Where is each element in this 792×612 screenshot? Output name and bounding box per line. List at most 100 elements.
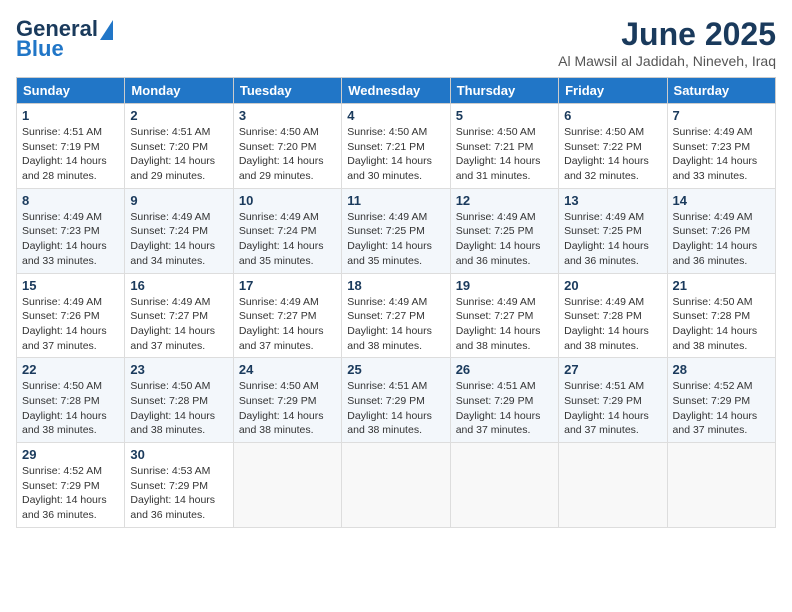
daylight-label: Daylight: 14 hours and 30 minutes. [347, 155, 432, 182]
week-row-2: 8 Sunrise: 4:49 AM Sunset: 7:23 PM Dayli… [17, 188, 776, 273]
sunset-label: Sunset: 7:22 PM [564, 141, 642, 153]
daylight-label: Daylight: 14 hours and 37 minutes. [456, 410, 541, 437]
sunrise-label: Sunrise: 4:50 AM [673, 296, 753, 308]
sunrise-label: Sunrise: 4:49 AM [456, 211, 536, 223]
daylight-label: Daylight: 14 hours and 38 minutes. [564, 325, 649, 352]
sunrise-label: Sunrise: 4:49 AM [347, 296, 427, 308]
sunset-label: Sunset: 7:20 PM [239, 141, 317, 153]
cell-info: Sunrise: 4:50 AM Sunset: 7:21 PM Dayligh… [456, 125, 553, 184]
day-number: 5 [456, 108, 553, 123]
cell-info: Sunrise: 4:50 AM Sunset: 7:28 PM Dayligh… [22, 379, 119, 438]
daylight-label: Daylight: 14 hours and 33 minutes. [673, 155, 758, 182]
cell-info: Sunrise: 4:49 AM Sunset: 7:25 PM Dayligh… [456, 210, 553, 269]
daylight-label: Daylight: 14 hours and 36 minutes. [673, 240, 758, 267]
cell-info: Sunrise: 4:49 AM Sunset: 7:24 PM Dayligh… [239, 210, 336, 269]
daylight-label: Daylight: 14 hours and 36 minutes. [456, 240, 541, 267]
day-number: 30 [130, 447, 227, 462]
daylight-label: Daylight: 14 hours and 33 minutes. [22, 240, 107, 267]
sunrise-label: Sunrise: 4:52 AM [673, 380, 753, 392]
calendar-cell: 1 Sunrise: 4:51 AM Sunset: 7:19 PM Dayli… [17, 104, 125, 189]
col-header-saturday: Saturday [667, 78, 775, 104]
day-number: 21 [673, 278, 770, 293]
daylight-label: Daylight: 14 hours and 35 minutes. [347, 240, 432, 267]
sunset-label: Sunset: 7:23 PM [673, 141, 751, 153]
cell-info: Sunrise: 4:52 AM Sunset: 7:29 PM Dayligh… [673, 379, 770, 438]
day-number: 25 [347, 362, 444, 377]
calendar-cell: 17 Sunrise: 4:49 AM Sunset: 7:27 PM Dayl… [233, 273, 341, 358]
sunrise-label: Sunrise: 4:50 AM [130, 380, 210, 392]
sunset-label: Sunset: 7:25 PM [564, 225, 642, 237]
calendar-cell: 10 Sunrise: 4:49 AM Sunset: 7:24 PM Dayl… [233, 188, 341, 273]
day-number: 6 [564, 108, 661, 123]
day-number: 9 [130, 193, 227, 208]
calendar-cell: 27 Sunrise: 4:51 AM Sunset: 7:29 PM Dayl… [559, 358, 667, 443]
sunrise-label: Sunrise: 4:49 AM [22, 211, 102, 223]
sunset-label: Sunset: 7:23 PM [22, 225, 100, 237]
sunrise-label: Sunrise: 4:50 AM [22, 380, 102, 392]
day-number: 8 [22, 193, 119, 208]
day-number: 10 [239, 193, 336, 208]
calendar-cell: 16 Sunrise: 4:49 AM Sunset: 7:27 PM Dayl… [125, 273, 233, 358]
sunset-label: Sunset: 7:29 PM [22, 480, 100, 492]
cell-info: Sunrise: 4:49 AM Sunset: 7:27 PM Dayligh… [239, 295, 336, 354]
calendar-cell [559, 443, 667, 528]
cell-info: Sunrise: 4:52 AM Sunset: 7:29 PM Dayligh… [22, 464, 119, 523]
col-header-tuesday: Tuesday [233, 78, 341, 104]
sunset-label: Sunset: 7:29 PM [130, 480, 208, 492]
sunrise-label: Sunrise: 4:50 AM [564, 126, 644, 138]
calendar-cell: 18 Sunrise: 4:49 AM Sunset: 7:27 PM Dayl… [342, 273, 450, 358]
col-header-sunday: Sunday [17, 78, 125, 104]
daylight-label: Daylight: 14 hours and 37 minutes. [239, 325, 324, 352]
daylight-label: Daylight: 14 hours and 28 minutes. [22, 155, 107, 182]
daylight-label: Daylight: 14 hours and 34 minutes. [130, 240, 215, 267]
daylight-label: Daylight: 14 hours and 37 minutes. [130, 325, 215, 352]
calendar-cell: 6 Sunrise: 4:50 AM Sunset: 7:22 PM Dayli… [559, 104, 667, 189]
day-number: 16 [130, 278, 227, 293]
cell-info: Sunrise: 4:50 AM Sunset: 7:20 PM Dayligh… [239, 125, 336, 184]
daylight-label: Daylight: 14 hours and 38 minutes. [347, 410, 432, 437]
calendar-cell: 29 Sunrise: 4:52 AM Sunset: 7:29 PM Dayl… [17, 443, 125, 528]
calendar-cell: 7 Sunrise: 4:49 AM Sunset: 7:23 PM Dayli… [667, 104, 775, 189]
sunrise-label: Sunrise: 4:51 AM [564, 380, 644, 392]
page-header: General Blue June 2025 Al Mawsil al Jadi… [16, 16, 776, 69]
cell-info: Sunrise: 4:49 AM Sunset: 7:25 PM Dayligh… [564, 210, 661, 269]
day-number: 12 [456, 193, 553, 208]
day-number: 1 [22, 108, 119, 123]
col-header-friday: Friday [559, 78, 667, 104]
sunrise-label: Sunrise: 4:51 AM [347, 380, 427, 392]
title-block: June 2025 Al Mawsil al Jadidah, Nineveh,… [558, 16, 776, 69]
cell-info: Sunrise: 4:49 AM Sunset: 7:25 PM Dayligh… [347, 210, 444, 269]
day-number: 19 [456, 278, 553, 293]
cell-info: Sunrise: 4:49 AM Sunset: 7:26 PM Dayligh… [673, 210, 770, 269]
daylight-label: Daylight: 14 hours and 36 minutes. [22, 494, 107, 521]
week-row-5: 29 Sunrise: 4:52 AM Sunset: 7:29 PM Dayl… [17, 443, 776, 528]
calendar-cell: 2 Sunrise: 4:51 AM Sunset: 7:20 PM Dayli… [125, 104, 233, 189]
calendar-cell: 11 Sunrise: 4:49 AM Sunset: 7:25 PM Dayl… [342, 188, 450, 273]
sunset-label: Sunset: 7:28 PM [673, 310, 751, 322]
sunset-label: Sunset: 7:26 PM [673, 225, 751, 237]
cell-info: Sunrise: 4:49 AM Sunset: 7:24 PM Dayligh… [130, 210, 227, 269]
daylight-label: Daylight: 14 hours and 32 minutes. [564, 155, 649, 182]
sunrise-label: Sunrise: 4:50 AM [347, 126, 427, 138]
sunset-label: Sunset: 7:29 PM [239, 395, 317, 407]
daylight-label: Daylight: 14 hours and 36 minutes. [130, 494, 215, 521]
day-number: 15 [22, 278, 119, 293]
cell-info: Sunrise: 4:51 AM Sunset: 7:19 PM Dayligh… [22, 125, 119, 184]
sunrise-label: Sunrise: 4:49 AM [239, 296, 319, 308]
cell-info: Sunrise: 4:53 AM Sunset: 7:29 PM Dayligh… [130, 464, 227, 523]
daylight-label: Daylight: 14 hours and 37 minutes. [22, 325, 107, 352]
calendar-cell: 20 Sunrise: 4:49 AM Sunset: 7:28 PM Dayl… [559, 273, 667, 358]
sunset-label: Sunset: 7:19 PM [22, 141, 100, 153]
cell-info: Sunrise: 4:49 AM Sunset: 7:27 PM Dayligh… [130, 295, 227, 354]
sunrise-label: Sunrise: 4:51 AM [22, 126, 102, 138]
sunrise-label: Sunrise: 4:49 AM [564, 211, 644, 223]
daylight-label: Daylight: 14 hours and 35 minutes. [239, 240, 324, 267]
sunrise-label: Sunrise: 4:49 AM [564, 296, 644, 308]
sunrise-label: Sunrise: 4:49 AM [456, 296, 536, 308]
cell-info: Sunrise: 4:50 AM Sunset: 7:29 PM Dayligh… [239, 379, 336, 438]
daylight-label: Daylight: 14 hours and 37 minutes. [673, 410, 758, 437]
calendar-cell: 28 Sunrise: 4:52 AM Sunset: 7:29 PM Dayl… [667, 358, 775, 443]
calendar-cell [233, 443, 341, 528]
logo-general: General [16, 16, 98, 42]
calendar-cell [450, 443, 558, 528]
